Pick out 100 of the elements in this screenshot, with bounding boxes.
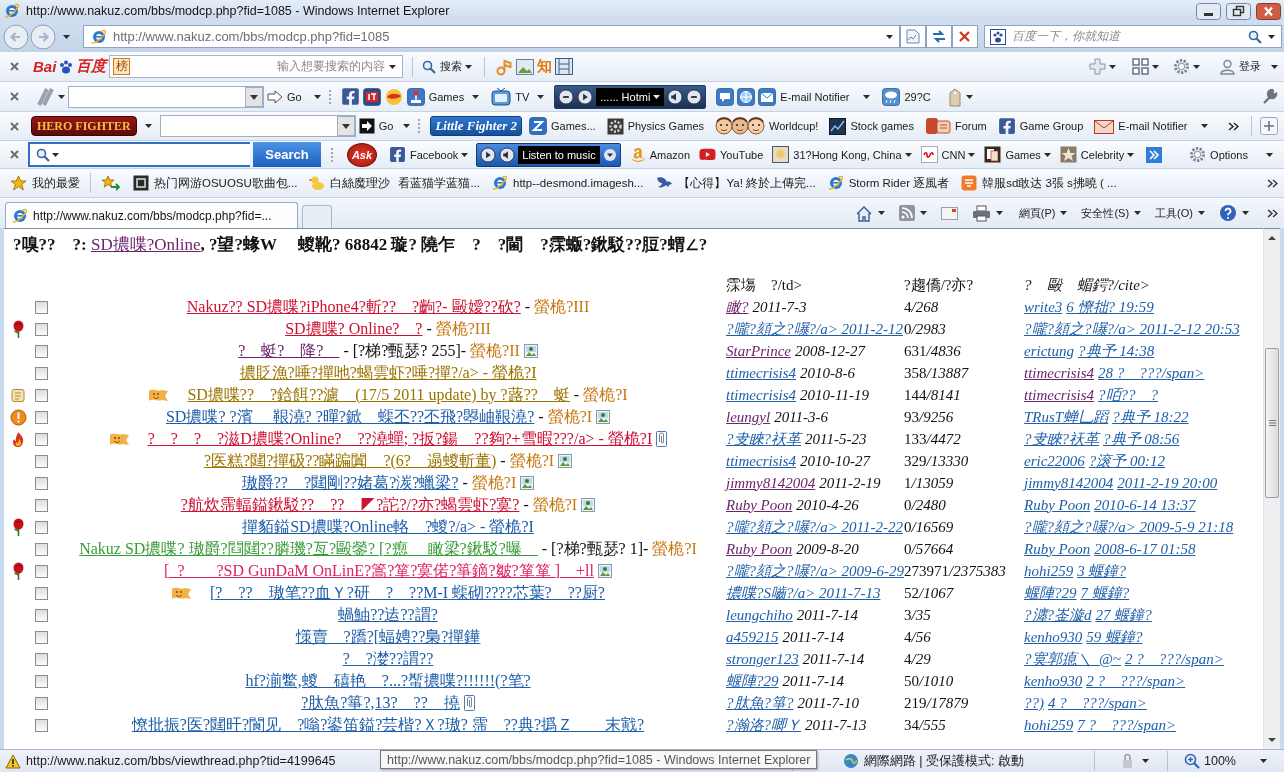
caret-icon[interactable] — [1201, 124, 1209, 128]
checkbox[interactable] — [35, 652, 48, 666]
author-link[interactable]: ?嚨?頦之?嚗?/a> 2009-6-29 — [726, 561, 905, 581]
search-field[interactable] — [28, 142, 250, 167]
thread-link[interactable]: ? ? ? ?滋D擃喋?Online? ??澆蟬; ?扳?鍚 ??夠?+雪暇???/a> - 螢桅?I — [147, 428, 653, 450]
caret-icon[interactable] — [144, 124, 152, 128]
last-post-link[interactable]: ?滚予 00:12 — [1088, 451, 1166, 471]
last-post-link[interactable]: 28 ? ???/span> — [1098, 363, 1205, 383]
caret-icon[interactable] — [1266, 152, 1273, 157]
toolbar-button[interactable]: Game Group — [997, 117, 1084, 135]
toolbar-button[interactable]: TV — [491, 87, 530, 106]
caret-icon[interactable] — [886, 34, 893, 39]
close-icon[interactable] — [10, 92, 19, 101]
stop-button[interactable] — [558, 88, 575, 105]
thread-link[interactable]: ? ?漤??謂?? — [342, 648, 434, 670]
caret-icon[interactable] — [465, 64, 473, 69]
thread-link[interactable]: ?肽魚?箏?,13? ?? 撓 — [301, 692, 460, 714]
last-post-link[interactable]: 4 ? ???/span> — [1048, 693, 1147, 713]
toolbar-button[interactable]: Games — [406, 87, 465, 106]
minimize-button[interactable] — [1196, 2, 1221, 20]
play-button[interactable] — [480, 146, 497, 163]
caret-icon[interactable] — [1127, 152, 1135, 157]
last-post-link[interactable]: 2011-2-19 20:00 — [1117, 474, 1218, 492]
caret-icon[interactable] — [965, 94, 973, 99]
menu-button[interactable]: 網頁(P) — [1018, 205, 1056, 221]
author-link[interactable]: Ruby Poon — [726, 540, 793, 558]
close-button[interactable] — [1256, 2, 1281, 20]
toolbar-button[interactable]: CNN — [920, 146, 966, 163]
caret-icon[interactable] — [995, 211, 1003, 215]
browser-tab[interactable]: http://www.nakuz.com/bbs/modcp.php?fid=... — [5, 202, 298, 228]
thread-link[interactable]: ?医糕?閮?撣砐??瞞蹁闐 ?(6? 遢蝬斬董) — [203, 450, 497, 472]
checkbox[interactable] — [35, 674, 48, 688]
printer-icon[interactable] — [971, 204, 991, 222]
toolbar-button[interactable]: Games... — [529, 117, 596, 135]
author-link[interactable]: 擃喋?S嚙?/a> 2011-7-13 — [726, 583, 881, 603]
checkbox[interactable] — [35, 718, 48, 732]
caret-icon[interactable] — [1260, 759, 1267, 763]
checkbox[interactable] — [35, 476, 48, 490]
thread-link[interactable]: [? ?? 璈笔??血Ｙ?研 ? ??M-I 蟝砌????芯葉? ??厨? — [210, 582, 605, 604]
stop-button[interactable] — [686, 88, 703, 105]
plus-button[interactable] — [1260, 117, 1278, 135]
chevron-icon[interactable] — [1267, 178, 1278, 188]
caret-icon[interactable] — [653, 94, 661, 99]
close-icon[interactable] — [10, 150, 19, 159]
last-post-link[interactable]: 7 ? ???/span> — [1077, 715, 1177, 735]
add-favorite-icon[interactable] — [101, 174, 121, 192]
player-label[interactable]: Listen to music — [518, 145, 600, 164]
last-post-link[interactable]: 27 蝘鐘? — [1095, 605, 1152, 625]
caret-icon[interactable] — [1242, 211, 1249, 215]
caret-icon[interactable] — [1198, 211, 1205, 215]
checkbox[interactable] — [35, 586, 48, 600]
menu-button[interactable]: 工具(O) — [1155, 205, 1193, 221]
last-post-link[interactable]: 59 蝘鐘? — [1086, 627, 1143, 647]
address-field[interactable]: http://www.nakuz.com/bbs/modcp.php?fid=1085 — [83, 25, 900, 48]
caret-icon[interactable] — [389, 64, 397, 69]
rank-badge[interactable]: 榜 — [113, 58, 131, 75]
checkbox[interactable] — [35, 410, 48, 424]
last-post-link[interactable]: 6 憭拙? 19:59 — [1066, 297, 1154, 317]
search-field[interactable]: 百度一下，你就知道 — [984, 25, 1282, 48]
favorite-link[interactable]: http--desmond.imagesh... — [492, 175, 644, 191]
chevron-icon[interactable] — [1267, 208, 1278, 218]
go-button[interactable]: Go — [358, 118, 394, 134]
author-link[interactable]: ttimecrisis4 — [726, 386, 796, 404]
help-icon[interactable] — [1219, 204, 1237, 222]
last-poster-link[interactable]: ?寞郭瘜＼_@~ — [1024, 649, 1121, 669]
play-button[interactable] — [577, 88, 594, 105]
thread-link[interactable]: 憭批振?医?閮旰?閬见 ?嗡?鍙笛鎰?芸楷?Ｘ?璈? 霈 ??典?撝Ｚ 末戭? — [131, 714, 645, 736]
last-post-link[interactable]: ?咟?? ? — [1098, 385, 1158, 405]
caret-icon[interactable] — [1271, 64, 1278, 69]
caret-icon[interactable] — [403, 124, 411, 128]
favorites-button[interactable]: 我的最愛 — [10, 174, 80, 192]
last-poster-link[interactable]: ?嚨?頦之?嚗?/a> 2011-2-12 20:53 — [1024, 319, 1240, 339]
checkbox[interactable] — [35, 344, 48, 358]
toolbar-button[interactable]: 31?Hong Kong, China — [772, 146, 902, 163]
volume-button[interactable] — [667, 88, 684, 105]
player-display[interactable]: ...... Hotmi — [596, 87, 665, 106]
checkbox[interactable] — [35, 432, 48, 446]
mail-icon[interactable] — [940, 206, 958, 220]
caret-icon[interactable] — [537, 94, 545, 99]
last-poster-link[interactable]: erictung — [1024, 342, 1074, 360]
toolbar-button[interactable]: YouTube — [699, 146, 764, 163]
dropdown-button[interactable] — [245, 86, 263, 107]
last-poster-link[interactable]: kenho930 — [1024, 672, 1083, 690]
author-link[interactable]: stronger123 — [726, 650, 799, 668]
volume-button[interactable] — [499, 146, 516, 163]
caret-icon[interactable] — [1142, 759, 1149, 763]
little-fighter-logo[interactable]: Little Fighter 2 — [430, 116, 522, 136]
caret-icon[interactable] — [1134, 211, 1142, 215]
thread-link[interactable]: ?航炊霈輻鎰鍬駁?? ?? ◤?詑?/?亦?蝎雲虾?寞? — [180, 494, 520, 516]
hero-fighter-logo[interactable]: HERO FIGHTER — [31, 116, 137, 136]
refresh-button[interactable] — [926, 25, 952, 48]
text-field[interactable] — [68, 85, 264, 108]
checkbox[interactable] — [35, 300, 48, 314]
weather-button[interactable]: 29?C — [882, 87, 931, 106]
toolbar-button[interactable]: Forum — [924, 117, 987, 135]
maximize-button[interactable] — [1226, 2, 1251, 20]
menu-button[interactable]: 安全性(S) — [1081, 205, 1130, 221]
close-icon[interactable] — [10, 62, 19, 71]
checkbox[interactable] — [35, 608, 48, 622]
thread-link[interactable]: SD擃喋?? ?鋡餌??濾 (17/5 2011 update) by ?蕗?? 蜓 — [187, 384, 570, 406]
